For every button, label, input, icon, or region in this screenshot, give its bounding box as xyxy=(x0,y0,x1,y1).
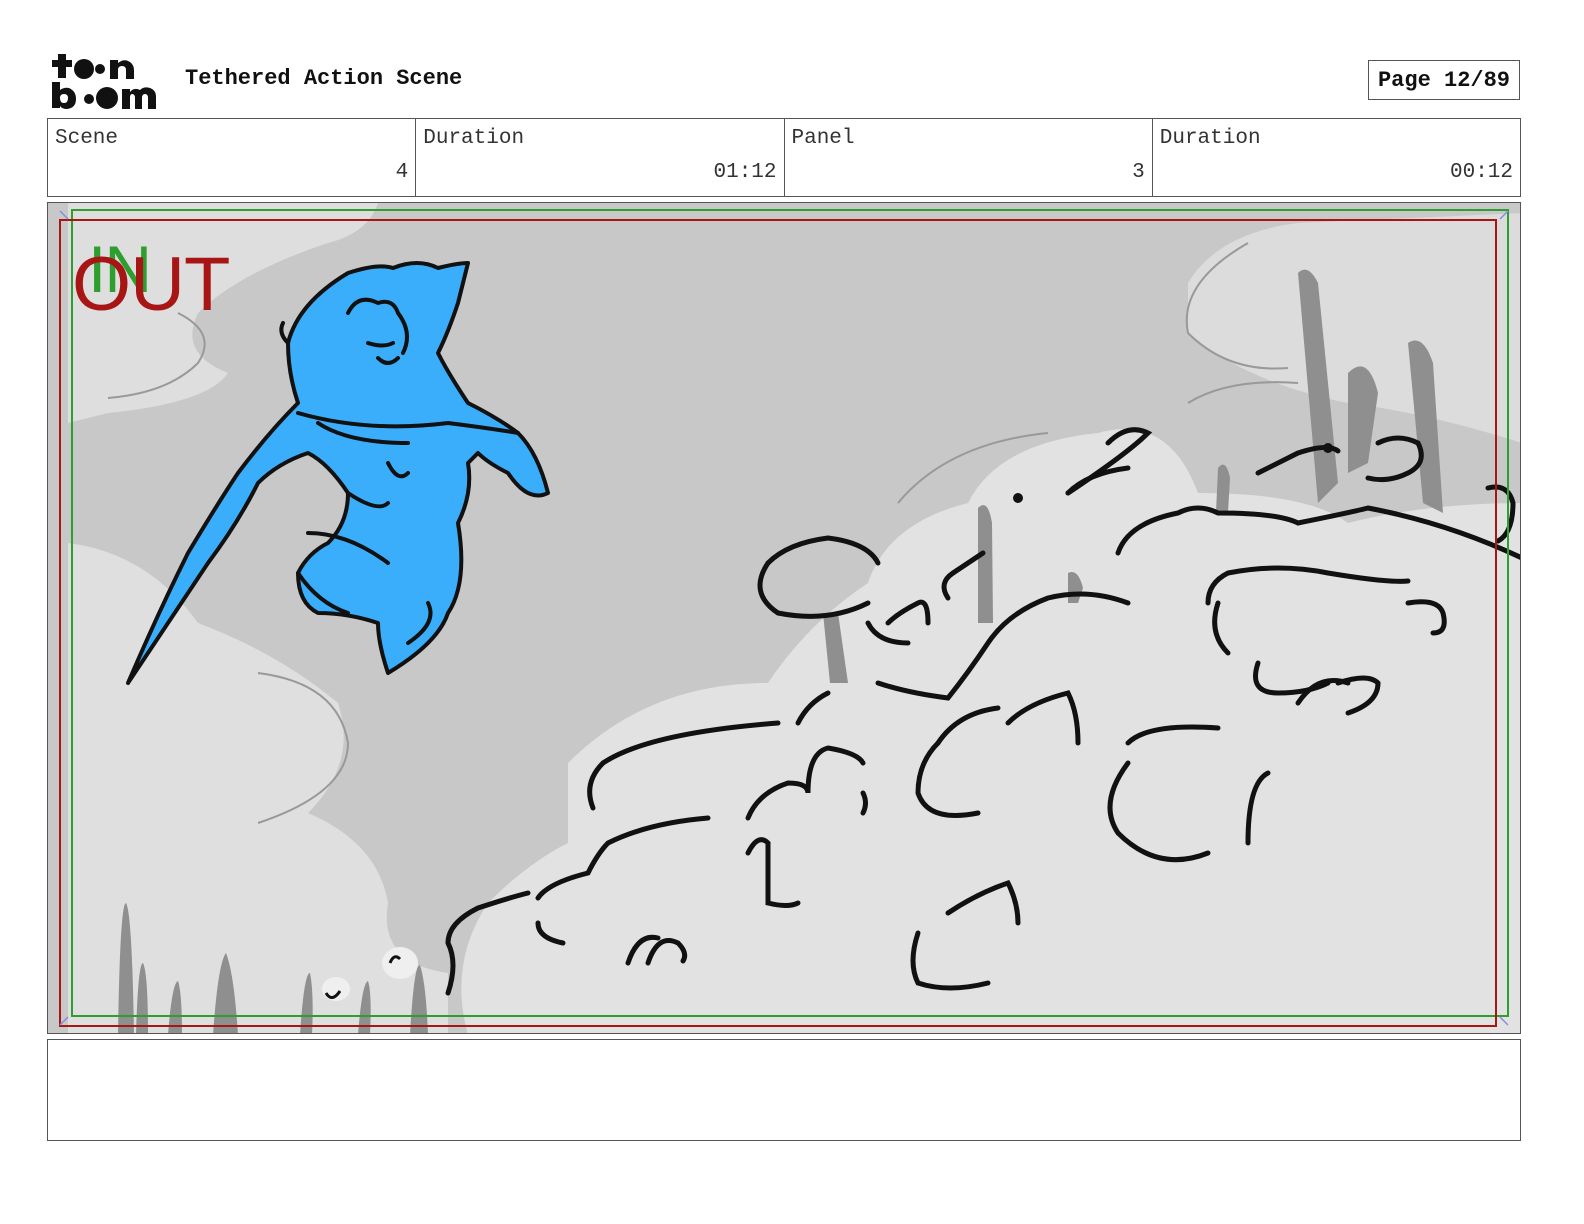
scene-number: 4 xyxy=(395,161,409,184)
scene-label: Scene xyxy=(55,127,119,150)
panel-cell: Panel 3 xyxy=(785,119,1153,196)
page-indicator: Page 12/89 xyxy=(1368,60,1520,100)
storyboard-panel[interactable]: IN OUT xyxy=(47,202,1521,1034)
panel-duration-cell: Duration 00:12 xyxy=(1153,119,1520,196)
scene-info-table: Scene 4 Duration 01:12 Panel 3 Duration … xyxy=(47,118,1521,197)
document-title: Tethered Action Scene xyxy=(185,66,463,91)
scene-cell: Scene 4 xyxy=(48,119,417,196)
out-frame-label: OUT xyxy=(72,242,230,327)
panel-notes-box[interactable] xyxy=(47,1039,1521,1141)
scene-duration-label: Duration xyxy=(423,127,525,150)
scene-duration-value: 01:12 xyxy=(713,161,777,184)
panel-duration-label: Duration xyxy=(1159,127,1261,150)
panel-number: 3 xyxy=(1132,161,1145,184)
toon-boom-logo xyxy=(52,50,164,112)
panel-drawing xyxy=(48,203,1520,1033)
panel-duration-value: 00:12 xyxy=(1449,161,1513,184)
panel-label: Panel xyxy=(791,127,855,150)
scene-duration-cell: Duration 01:12 xyxy=(416,119,785,196)
